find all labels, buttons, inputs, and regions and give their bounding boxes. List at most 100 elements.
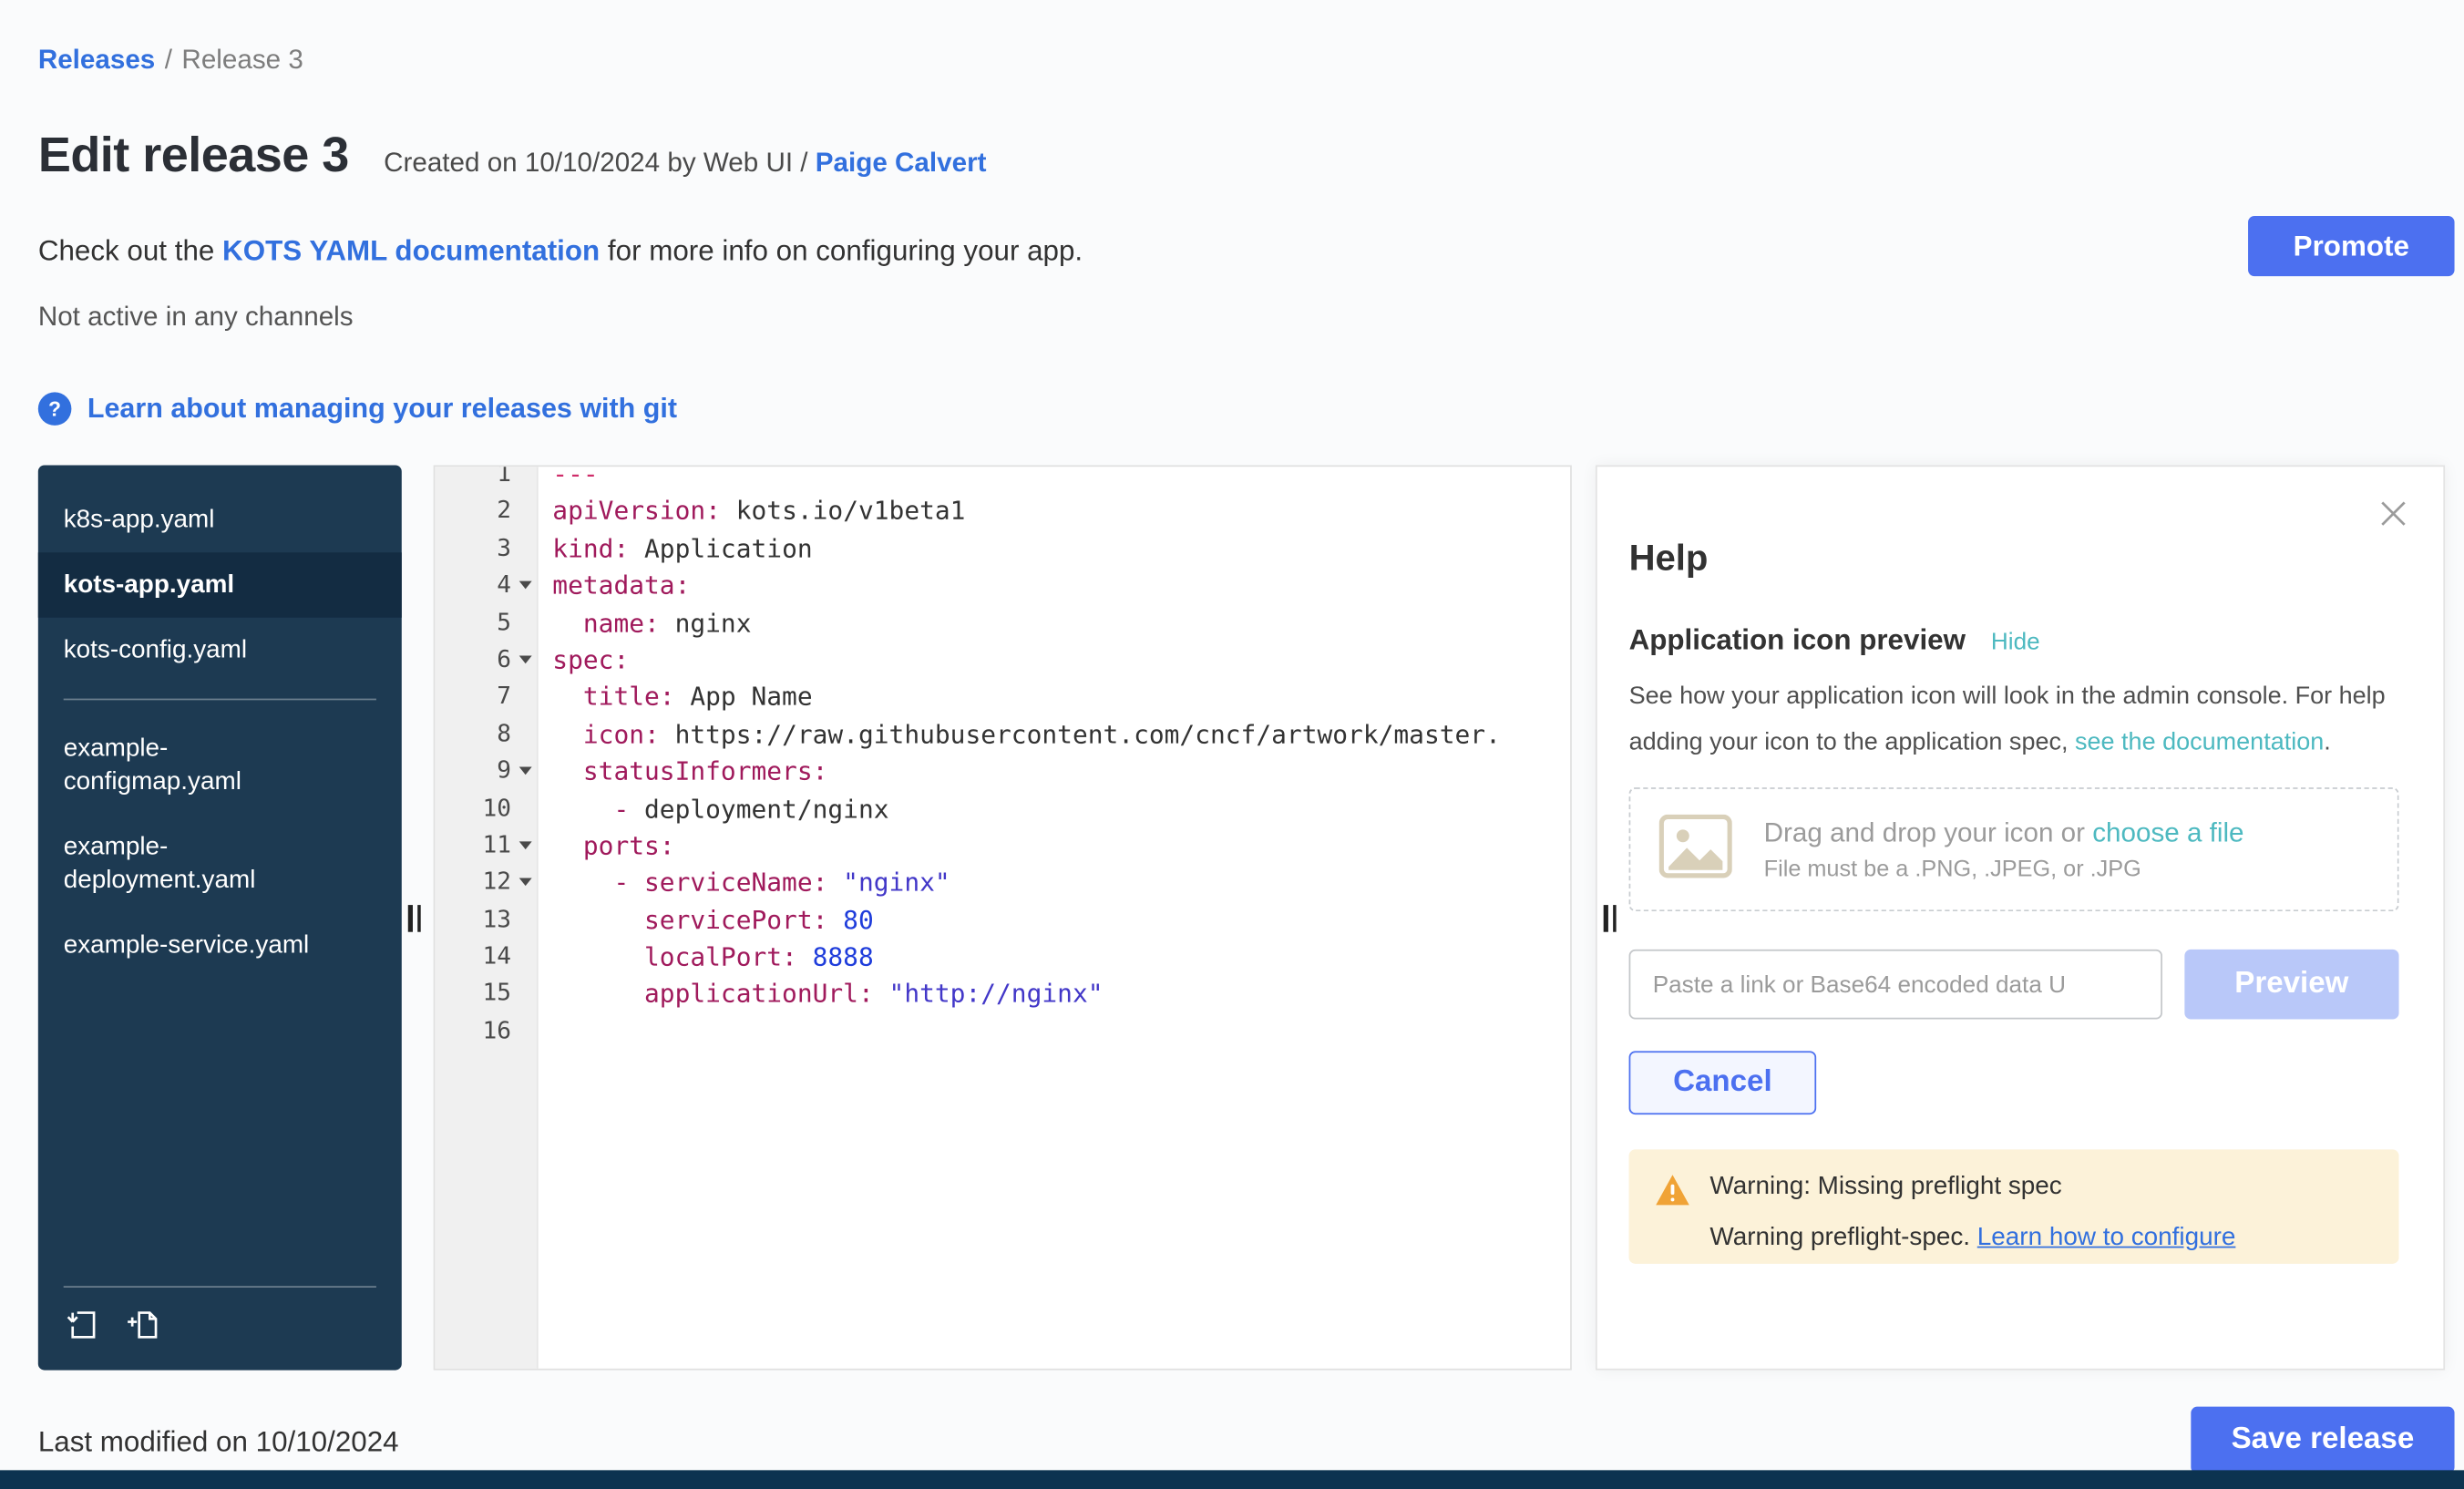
save-release-button[interactable]: Save release <box>2191 1407 2454 1474</box>
warning-content: Warning: Missing preflight spec Warning … <box>1709 1174 2235 1240</box>
file-tree-item[interactable]: example-deployment.yaml <box>38 815 402 913</box>
dropzone-label: Drag and drop your icon or <box>1764 816 2093 847</box>
hide-link[interactable]: Hide <box>1991 629 2040 656</box>
file-name-label: kots-config.yaml <box>64 633 247 667</box>
edit-release-page: Releases / Release 3 Edit release 3 Create… <box>0 0 2464 1489</box>
close-icon[interactable] <box>2375 496 2411 537</box>
icon-preview-section-head: Application icon preview Hide <box>1629 624 2399 658</box>
line-number: 6 <box>435 642 537 679</box>
warning-detail: Warning preflight-spec. Learn how to con… <box>1709 1224 2235 1252</box>
line-number: 1 <box>435 465 537 492</box>
breadcrumb-releases-link[interactable]: Releases <box>38 45 155 75</box>
desc-text-2: . <box>2324 729 2331 756</box>
code-text: applicationUrl: "http://nginx" <box>537 976 1104 1013</box>
file-tree-item[interactable]: example-configmap.yaml <box>38 716 402 815</box>
fold-arrow-icon[interactable] <box>519 581 532 590</box>
editor-line[interactable]: 8 icon: https://raw.githubusercontent.co… <box>435 715 1570 753</box>
git-help-row: ? Learn about managing your releases wit… <box>38 392 677 426</box>
editor-line[interactable]: 3kind: Application <box>435 530 1570 568</box>
code-text: --- <box>537 465 599 492</box>
file-tree-item[interactable]: kots-app.yaml <box>38 552 402 617</box>
editor-line[interactable]: 15 applicationUrl: "http://nginx" <box>435 976 1570 1013</box>
help-panel: Help Application icon preview Hide See h… <box>1596 465 2445 1370</box>
breadcrumb: Releases / Release 3 <box>38 45 303 77</box>
help-panel-title: Help <box>1629 537 2399 580</box>
editor-line[interactable]: 6spec: <box>435 642 1570 679</box>
see-documentation-link[interactable]: see the documentation <box>2075 729 2324 756</box>
created-info: Created on 10/10/2024 by Web UI / Paige … <box>384 148 986 180</box>
editor-line[interactable]: 1--- <box>435 465 1570 492</box>
channel-status: Not active in any channels <box>38 302 354 334</box>
main-row: k8s-app.yaml kots-app.yaml kots-config.yam… <box>38 465 2445 1370</box>
icon-preview-title: Application icon preview <box>1629 624 1966 658</box>
icon-url-input[interactable] <box>1629 950 2162 1020</box>
code-text: statusInformers: <box>537 753 828 790</box>
file-name-label: kots-app.yaml <box>64 569 234 602</box>
warning-title: Warning: Missing preflight spec <box>1709 1174 2235 1202</box>
kots-yaml-documentation-link[interactable]: KOTS YAML documentation <box>222 235 600 267</box>
doc-suffix: for more info on configuring your app. <box>600 235 1083 267</box>
line-number: 16 <box>435 1012 537 1050</box>
breadcrumb-current: Release 3 <box>181 45 303 75</box>
breadcrumb-separator: / <box>165 45 172 75</box>
code-text: icon: https://raw.githubusercontent.com/… <box>537 715 1501 753</box>
file-tree-bottom-group: example-configmap.yaml example-deployment… <box>38 716 402 978</box>
yaml-editor[interactable]: 1---2apiVersion: kots.io/v1beta13kind: A… <box>434 465 1572 1370</box>
editor-line[interactable]: 9 statusInformers: <box>435 753 1570 790</box>
file-name-label: example-deployment.yaml <box>64 830 334 897</box>
editor-line[interactable]: 11 ports: <box>435 827 1570 865</box>
editor-line[interactable]: 7 title: App Name <box>435 679 1570 716</box>
tree-editor-splitter-handle[interactable] <box>408 905 421 932</box>
bottom-band <box>0 1470 2464 1489</box>
fold-arrow-icon[interactable] <box>519 767 532 775</box>
cancel-button[interactable]: Cancel <box>1629 1051 1817 1114</box>
line-number: 11 <box>435 827 537 865</box>
code-text: servicePort: 80 <box>537 901 874 939</box>
fold-arrow-icon[interactable] <box>519 841 532 849</box>
editor-line[interactable]: 16 <box>435 1012 1570 1050</box>
fold-arrow-icon[interactable] <box>519 878 532 887</box>
git-releases-link[interactable]: Learn about managing your releases with … <box>87 392 677 426</box>
learn-how-to-configure-link[interactable]: Learn how to configure <box>1977 1224 2236 1251</box>
author-link[interactable]: Paige Calvert <box>816 148 987 178</box>
file-tree-footer-divider <box>64 1286 376 1288</box>
import-file-icon[interactable] <box>64 1307 100 1351</box>
fold-arrow-icon[interactable] <box>519 655 532 663</box>
line-number: 8 <box>435 715 537 753</box>
warning-icon <box>1654 1174 1690 1240</box>
code-text: name: nginx <box>537 604 752 642</box>
line-number: 4 <box>435 567 537 604</box>
file-tree-item[interactable]: k8s-app.yaml <box>38 488 402 552</box>
new-file-icon[interactable] <box>126 1307 162 1351</box>
editor-line[interactable]: 14 localPort: 8888 <box>435 939 1570 976</box>
icon-dropzone[interactable]: Drag and drop your icon or choose a file… <box>1629 787 2399 911</box>
choose-file-link[interactable]: choose a file <box>2092 816 2243 847</box>
code-text: apiVersion: kots.io/v1beta1 <box>537 493 966 530</box>
last-modified-text: Last modified on 10/10/2024 <box>38 1426 399 1460</box>
editor-line[interactable]: 4metadata: <box>435 567 1570 604</box>
editor-line[interactable]: 13 servicePort: 80 <box>435 901 1570 939</box>
line-number: 10 <box>435 790 537 827</box>
image-placeholder-icon <box>1659 814 1732 885</box>
promote-button[interactable]: Promote <box>2248 216 2454 276</box>
code-text: localPort: 8888 <box>537 939 874 976</box>
code-text <box>537 1012 552 1050</box>
line-number: 15 <box>435 976 537 1013</box>
editor-line[interactable]: 5 name: nginx <box>435 604 1570 642</box>
preview-button[interactable]: Preview <box>2184 950 2398 1020</box>
code-text: metadata: <box>537 567 690 604</box>
line-number: 9 <box>435 753 537 790</box>
line-number: 5 <box>435 604 537 642</box>
editor-line[interactable]: 2apiVersion: kots.io/v1beta1 <box>435 493 1570 530</box>
line-number: 2 <box>435 493 537 530</box>
editor-line[interactable]: 10 - deployment/nginx <box>435 790 1570 827</box>
editor-panel-splitter-handle[interactable] <box>1604 905 1617 932</box>
title-row: Edit release 3 Created on 10/10/2024 by … <box>38 127 987 184</box>
dropzone-file-types: File must be a .PNG, .JPEG, or .JPG <box>1764 857 2244 882</box>
file-tree: k8s-app.yaml kots-app.yaml kots-config.yam… <box>38 465 402 1370</box>
created-text: Created on 10/10/2024 by Web UI / <box>384 148 807 178</box>
icon-url-row: Preview <box>1629 950 2399 1020</box>
file-tree-item[interactable]: kots-config.yaml <box>38 618 402 683</box>
file-tree-item[interactable]: example-service.yaml <box>38 913 402 978</box>
editor-line[interactable]: 12 - serviceName: "nginx" <box>435 864 1570 901</box>
